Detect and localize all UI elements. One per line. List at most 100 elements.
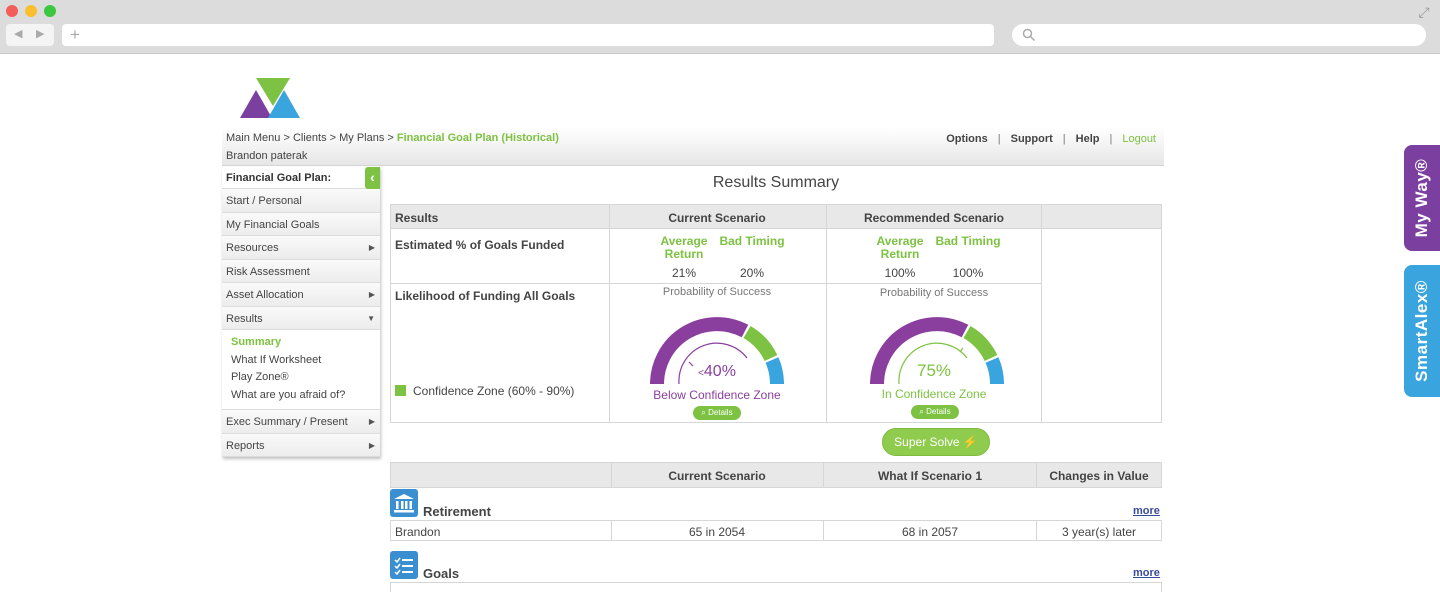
my-way-tab[interactable]: My Way® [1404,145,1440,251]
header-changes-in-value: Changes in Value [1049,469,1149,483]
logout-link[interactable]: Logout [1122,133,1156,145]
submenu-item-play-zone[interactable]: Play Zone® [231,369,380,387]
forward-arrow-icon[interactable]: ▶ [36,27,44,40]
sidebar-item-label: Reports [226,439,265,452]
row-change: 3 year(s) later [1061,525,1137,539]
recommended-gauge-value: 75% [916,361,952,380]
checklist-icon [390,551,418,579]
sidebar-item-asset-allocation[interactable]: Asset Allocation ▶ [222,283,380,307]
row-name: Brandon [395,525,441,539]
top-nav: Options | Support | Help | Logout [946,133,1156,145]
expand-icon[interactable]: ⤢ [1416,4,1432,20]
probability-label: Probability of Success [662,286,772,298]
header-current-scenario: Current Scenario [668,469,766,483]
divider [1036,521,1037,540]
metric-bad-timing: Bad Timing [719,234,785,248]
address-bar[interactable]: + [62,24,994,46]
divider [823,521,824,540]
sidebar-item-label: Exec Summary / Present [226,416,348,428]
section-title-goals: Goals [423,566,460,581]
metric-bad-timing: Bad Timing [935,234,1001,248]
recommended-bad-value: 100% [952,266,984,280]
chevron-right-icon: ▶ [368,440,375,450]
search-icon [1022,28,1036,42]
table-row: Brandon 65 in 2054 68 in 2057 3 year(s) … [390,520,1162,541]
confidence-zone-swatch [395,385,406,396]
browser-search-input[interactable] [1012,24,1426,46]
breadcrumb-header: Main Menu > Clients > My Plans > Financi… [222,128,1164,166]
chevron-down-icon: ▼ [367,313,375,323]
sidebar-item-resources[interactable]: Resources ▶ [222,236,380,260]
sidebar-title: Financial Goal Plan: ‹ [222,167,380,189]
row-current: 65 in 2054 [688,525,746,539]
chevron-right-icon: ▶ [368,243,375,252]
current-avg-value: 21% [671,266,697,280]
super-solve-button[interactable]: Super Solve ⚡ [882,428,990,456]
recommended-details-button[interactable]: ⌕ Details [911,405,959,419]
sidebar-item-exec-summary[interactable]: Exec Summary / Present ▶ [222,410,380,434]
results-table-header: Results Current Scenario Recommended Sce… [391,205,1161,229]
divider [611,463,612,487]
row-likelihood-label: Likelihood of Funding All Goals [395,289,576,303]
sidebar-item-start-personal[interactable]: Start / Personal [222,189,380,213]
submenu-item-what-if[interactable]: What If Worksheet [231,352,380,370]
table-row [390,582,1162,592]
header-results: Results [395,211,439,225]
goals-more-link[interactable]: more [1133,567,1160,579]
sidebar-item-label: Asset Allocation [226,289,304,301]
client-name: Brandon paterak [226,150,308,162]
current-details-button[interactable]: ⌕ Details [693,406,741,420]
row-goals-funded-label: Estimated % of Goals Funded [395,238,565,252]
details-label: Details [708,408,733,417]
retirement-more-link[interactable]: more [1133,505,1160,517]
breadcrumb-current: Financial Goal Plan (Historical) [396,132,559,144]
metric-average-return: Average Return [876,234,924,261]
submenu-item-summary[interactable]: Summary [231,334,380,352]
sidebar-item-results[interactable]: Results ▼ [222,306,380,330]
gauge-value: 40% [703,363,736,380]
brand-logo [240,78,300,118]
section-title-retirement: Retirement [423,504,491,519]
support-link[interactable]: Support [1011,133,1053,145]
confidence-zone-legend: Confidence Zone (60% - 90%) [413,384,575,398]
sidebar-item-financial-goals[interactable]: My Financial Goals [222,212,380,236]
header-recommended-scenario: Recommended Scenario [863,211,1005,225]
details-label: Details [926,407,951,416]
sidebar-item-reports[interactable]: Reports ▶ [222,433,380,457]
sidebar-item-label: My Financial Goals [226,218,320,231]
nav-separator: | [1062,133,1066,145]
nav-separator: | [997,133,1001,145]
chevron-right-icon: ▶ [368,290,375,299]
plus-icon[interactable]: + [70,25,80,45]
sidebar-title-text: Financial Goal Plan: [226,172,332,184]
header-current-scenario: Current Scenario [668,211,766,225]
close-window-button[interactable] [6,5,18,17]
recommended-avg-value: 100% [884,266,916,280]
help-link[interactable]: Help [1076,133,1100,145]
minimize-window-button[interactable] [25,5,37,17]
sidebar-item-label: Risk Assessment [226,265,310,278]
sidebar: Financial Goal Plan: ‹ Start / Personal … [222,167,380,457]
smartalex-label: SmartAlex® [1412,280,1431,382]
sidebar-item-risk-assessment[interactable]: Risk Assessment [222,259,380,283]
results-table: Results Current Scenario Recommended Sce… [390,204,1162,423]
maximize-window-button[interactable] [44,5,56,17]
current-gauge-label: Below Confidence Zone [653,388,781,402]
smartalex-tab[interactable]: SmartAlex® [1404,265,1440,397]
page-title: Results Summary [712,174,840,191]
results-submenu: Summary What If Worksheet Play Zone® Wha… [222,330,380,410]
options-link[interactable]: Options [946,133,988,145]
divider [823,463,824,487]
collapse-sidebar-button[interactable]: ‹ [365,167,380,189]
sidebar-item-label: Resources [226,242,279,254]
breadcrumb-path[interactable]: Main Menu > Clients > My Plans > [226,132,397,144]
chevron-right-icon: ▶ [368,417,375,426]
divider [391,283,1041,284]
back-arrow-icon[interactable]: ◀ [14,27,22,40]
sidebar-item-label: Results [226,312,263,325]
submenu-item-afraid[interactable]: What are you afraid of? [231,387,380,405]
comparison-table-header: Current Scenario What If Scenario 1 Chan… [390,462,1162,488]
metric-average-return: Average Return [660,234,708,261]
current-bad-value: 20% [739,266,765,280]
header-what-if-scenario: What If Scenario 1 [877,469,983,483]
